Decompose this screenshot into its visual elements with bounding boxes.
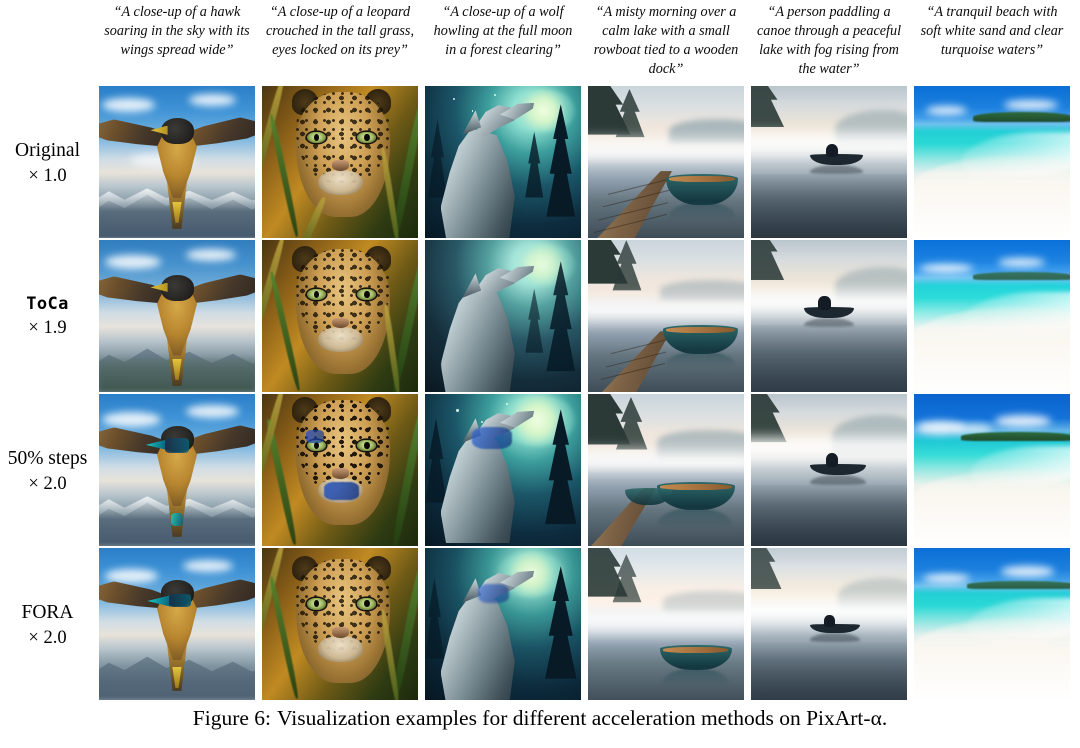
grid-row-toca: ToCa × 1.9	[0, 240, 1080, 394]
generated-image-canoe-original	[751, 86, 907, 238]
image-cell-fifty-steps-leopard	[262, 394, 418, 546]
column-prompt-hawk: “A close-up of a hawk soaring in the sky…	[104, 4, 250, 58]
image-cell-fifty-steps-dock	[588, 394, 744, 546]
generated-image-dock-fora	[588, 548, 744, 700]
image-cell-fifty-steps-canoe	[751, 394, 907, 546]
row-label-speedup-original: × 1.0	[28, 165, 67, 186]
generated-image-dock-original	[588, 86, 744, 238]
image-cell-toca-leopard	[262, 240, 418, 392]
image-cell-fora-beach	[914, 548, 1070, 700]
grid-row-original: Original × 1.0	[0, 86, 1080, 240]
generated-image-leopard-toca	[262, 240, 418, 392]
image-cell-fora-wolf	[425, 548, 581, 700]
image-cell-original-wolf	[425, 86, 581, 238]
image-cell-fifty-steps-beach	[914, 394, 1070, 546]
figure-caption-text: Visualization examples for different acc…	[277, 706, 888, 730]
generated-image-beach-fifty-steps	[914, 394, 1070, 546]
generated-image-wolf-fifty-steps	[425, 394, 581, 546]
column-prompt-beach: “A tranquil beach with soft white sand a…	[920, 4, 1064, 58]
image-cell-toca-hawk	[99, 240, 255, 392]
generated-image-hawk-toca	[99, 240, 255, 392]
row-label-method-fora: FORA	[21, 601, 74, 623]
image-grid: Original × 1.0 ToCa × 1.9 50% steps × 2.…	[0, 86, 1080, 702]
image-cell-fora-hawk	[99, 548, 255, 700]
generated-image-beach-original	[914, 86, 1070, 238]
generated-image-hawk-fifty-steps	[99, 394, 255, 546]
image-cell-original-hawk	[99, 86, 255, 238]
generated-image-beach-toca	[914, 240, 1070, 392]
header-gutter	[0, 0, 99, 84]
figure-caption-number: Figure 6:	[192, 706, 272, 730]
row-label-speedup-fora: × 2.0	[28, 627, 67, 648]
generated-image-leopard-fora	[262, 548, 418, 700]
row-label-toca: ToCa × 1.9	[0, 240, 99, 394]
column-prompt-canoe: “A person paddling a canoe through a pea…	[756, 4, 902, 77]
column-prompt-wolf: “A close-up of a wolf howling at the ful…	[433, 4, 573, 58]
image-cell-original-beach	[914, 86, 1070, 238]
generated-image-hawk-fora	[99, 548, 255, 700]
column-prompt-dock: “A misty morning over a calm lake with a…	[593, 4, 739, 77]
generated-image-leopard-original	[262, 86, 418, 238]
prompt-header-row: “A close-up of a hawk soaring in the sky…	[0, 0, 1080, 84]
row-label-speedup-toca: × 1.9	[28, 318, 67, 339]
generated-image-beach-fora	[914, 548, 1070, 700]
image-cell-toca-beach	[914, 240, 1070, 392]
image-cell-fora-leopard	[262, 548, 418, 700]
row-label-fora: FORA × 2.0	[0, 548, 99, 702]
image-cell-toca-canoe	[751, 240, 907, 392]
row-label-original: Original × 1.0	[0, 86, 99, 240]
image-cell-original-canoe	[751, 86, 907, 238]
generated-image-wolf-fora	[425, 548, 581, 700]
row-label-fifty-steps: 50% steps × 2.0	[0, 394, 99, 548]
generated-image-dock-toca	[588, 240, 744, 392]
image-cell-fifty-steps-hawk	[99, 394, 255, 546]
row-label-speedup-fifty-steps: × 2.0	[28, 473, 67, 494]
generated-image-wolf-original	[425, 86, 581, 238]
generated-image-dock-fifty-steps	[588, 394, 744, 546]
image-cell-fifty-steps-wolf	[425, 394, 581, 546]
image-cell-fora-dock	[588, 548, 744, 700]
generated-image-wolf-toca	[425, 240, 581, 392]
generated-image-leopard-fifty-steps	[262, 394, 418, 546]
image-cell-fora-canoe	[751, 548, 907, 700]
column-prompt-leopard: “A close-up of a leopard crouched in the…	[265, 4, 415, 58]
image-cell-original-leopard	[262, 86, 418, 238]
grid-row-fora: FORA × 2.0	[0, 548, 1080, 702]
generated-image-hawk-original	[99, 86, 255, 238]
row-label-method-fifty-steps: 50% steps	[7, 447, 88, 469]
image-cell-toca-wolf	[425, 240, 581, 392]
image-cell-toca-dock	[588, 240, 744, 392]
row-label-method-toca: ToCa	[26, 294, 69, 315]
grid-row-fifty-steps: 50% steps × 2.0	[0, 394, 1080, 548]
generated-image-canoe-fora	[751, 548, 907, 700]
image-cell-original-dock	[588, 86, 744, 238]
generated-image-canoe-toca	[751, 240, 907, 392]
figure-caption: Figure 6: Visualization examples for diff…	[0, 706, 1080, 732]
row-label-method-original: Original	[15, 139, 80, 161]
generated-image-canoe-fifty-steps	[751, 394, 907, 546]
figure-container: “A close-up of a hawk soaring in the sky…	[0, 0, 1080, 748]
